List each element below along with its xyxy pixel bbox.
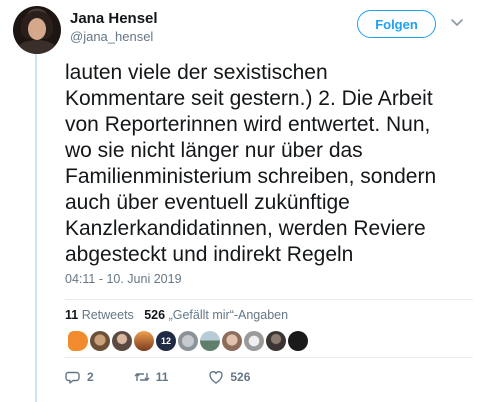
- tweet-timestamp[interactable]: 04:11 - 10. Juni 2019: [65, 272, 182, 286]
- avatar[interactable]: [13, 6, 61, 54]
- jersey-12-avatar[interactable]: 12: [156, 331, 176, 351]
- dog-avatar[interactable]: [90, 331, 110, 351]
- chevron-down-icon[interactable]: [450, 18, 464, 28]
- orange-hand-avatar[interactable]: [68, 331, 88, 351]
- retweet-button[interactable]: 11: [134, 369, 169, 385]
- follow-button[interactable]: Folgen: [357, 10, 436, 38]
- landscape-avatar[interactable]: [200, 331, 220, 351]
- divider: [65, 299, 473, 300]
- avatar-face: [28, 18, 46, 40]
- retweets-stat[interactable]: 11 Retweets: [65, 308, 134, 322]
- likers-avatars: 12: [68, 331, 308, 351]
- likes-count: 526: [144, 308, 166, 322]
- retweets-label: Retweets: [81, 308, 134, 322]
- retweet-count: 11: [155, 370, 169, 384]
- avatar-shoulders: [17, 40, 57, 54]
- like-button[interactable]: 526: [208, 369, 250, 385]
- retweet-icon: [134, 373, 150, 381]
- sunset-avatar[interactable]: [134, 331, 154, 351]
- bw-avatar[interactable]: [244, 331, 264, 351]
- heart-icon: [209, 371, 224, 384]
- reply-icon: [65, 371, 80, 384]
- thread-line: [35, 52, 37, 402]
- author-name[interactable]: Jana Hensel: [70, 10, 158, 27]
- retweets-count: 11: [65, 308, 79, 322]
- author-handle[interactable]: @jana_hensel: [70, 29, 153, 44]
- tweet-actions: 2 11 526: [65, 369, 290, 385]
- grey-avatar[interactable]: [178, 331, 198, 351]
- dark-avatar[interactable]: [266, 331, 286, 351]
- face-avatar[interactable]: [222, 331, 242, 351]
- engagement-stats: 11 Retweets 526 „Gefällt mir“-Angaben: [65, 308, 288, 322]
- tweet-text: lauten viele der sexistischen Kommentare…: [65, 61, 437, 266]
- reply-button[interactable]: 2: [65, 369, 94, 385]
- like-count: 526: [230, 370, 251, 384]
- divider: [65, 357, 473, 358]
- person-avatar[interactable]: [112, 331, 132, 351]
- black-avatar[interactable]: [288, 331, 308, 351]
- reply-count: 2: [87, 370, 94, 384]
- likes-stat[interactable]: 526 „Gefällt mir“-Angaben: [144, 308, 288, 322]
- likes-label: „Gefällt mir“-Angaben: [168, 308, 289, 322]
